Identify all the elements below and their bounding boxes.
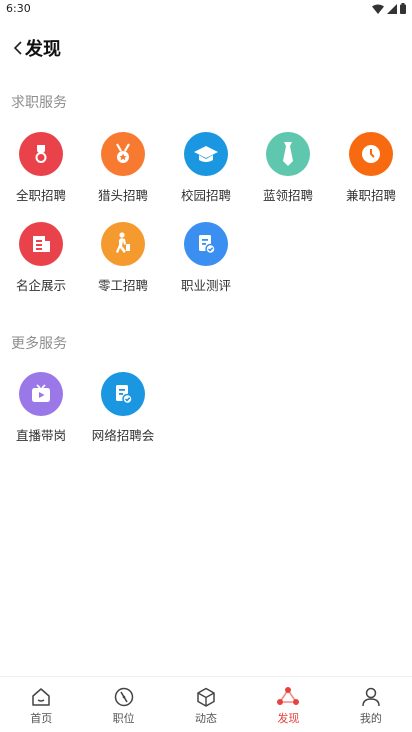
tab-label: 动态 [195,712,218,725]
service-headhunter-recruitment[interactable]: 猎头招聘 [82,132,164,212]
service-label: 全职招聘 [15,188,66,203]
service-label: 兼职招聘 [345,188,396,203]
service-label: 名企展示 [15,278,66,293]
person-icon [362,687,380,707]
tab-discover[interactable]: 发现 [247,677,329,732]
tv-play-icon [19,372,63,416]
page-title: 发现 [25,39,61,60]
service-gig-recruitment[interactable]: 零工招聘 [82,222,164,302]
assessment-icon [184,222,228,266]
battery-icon [400,3,406,14]
tab-label: 首页 [30,712,53,725]
service-label: 网络招聘会 [91,428,155,443]
wifi-icon [372,4,384,14]
service-bluecollar-recruitment[interactable]: 蓝领招聘 [247,132,329,212]
tab-jobs[interactable]: 职位 [82,677,164,732]
tab-label: 我的 [359,712,382,725]
discover-icon [277,687,300,705]
service-label: 猎头招聘 [97,188,148,203]
tab-feed[interactable]: 动态 [165,677,247,732]
building-icon [19,222,63,266]
medal-icon [101,132,145,176]
tab-label: 职位 [112,712,135,725]
service-famous-companies[interactable]: 名企展示 [0,222,82,302]
service-live-streaming-jobs[interactable]: 直播带岗 [0,372,82,452]
service-label: 零工招聘 [97,278,148,293]
service-label: 校园招聘 [180,188,231,203]
tab-label: 发现 [277,712,300,725]
service-career-assessment[interactable]: 职业测评 [165,222,247,302]
cube-icon [197,687,215,707]
worker-icon [101,222,145,266]
tab-home[interactable]: 首页 [0,677,82,732]
section-title-job-services: 求职服务 [11,95,67,111]
service-online-job-fair[interactable]: 网络招聘会 [82,372,164,452]
service-fulltime-recruitment[interactable]: 全职招聘 [0,132,82,212]
status-time: 6:30 [6,2,31,15]
status-icons [372,3,406,14]
tab-profile[interactable]: 我的 [330,677,412,732]
home-icon [32,688,50,706]
service-label: 直播带岗 [15,428,66,443]
header: 发现 [0,30,412,66]
bottom-tab-bar: 首页 职位 动态 发现 我的 [0,676,412,732]
service-label: 蓝领招聘 [262,188,313,203]
compass-icon [114,687,133,707]
service-campus-recruitment[interactable]: 校园招聘 [165,132,247,212]
section-title-more-services: 更多服务 [11,336,67,352]
service-parttime-recruitment[interactable]: 兼职招聘 [330,132,412,212]
discover-page: 6:30 发现 求职服务 全职招聘 猎头招聘 校园招聘 蓝领招聘 兼职招聘 名企… [0,0,412,732]
tie-icon [266,132,310,176]
badge-icon [19,132,63,176]
service-label: 职业测评 [180,278,231,293]
clock-icon [349,132,393,176]
status-bar: 6:30 [0,0,412,18]
chevron-left-icon [13,41,22,55]
signal-icon [387,3,397,14]
document-icon [101,372,145,416]
graduation-cap-icon [184,132,228,176]
